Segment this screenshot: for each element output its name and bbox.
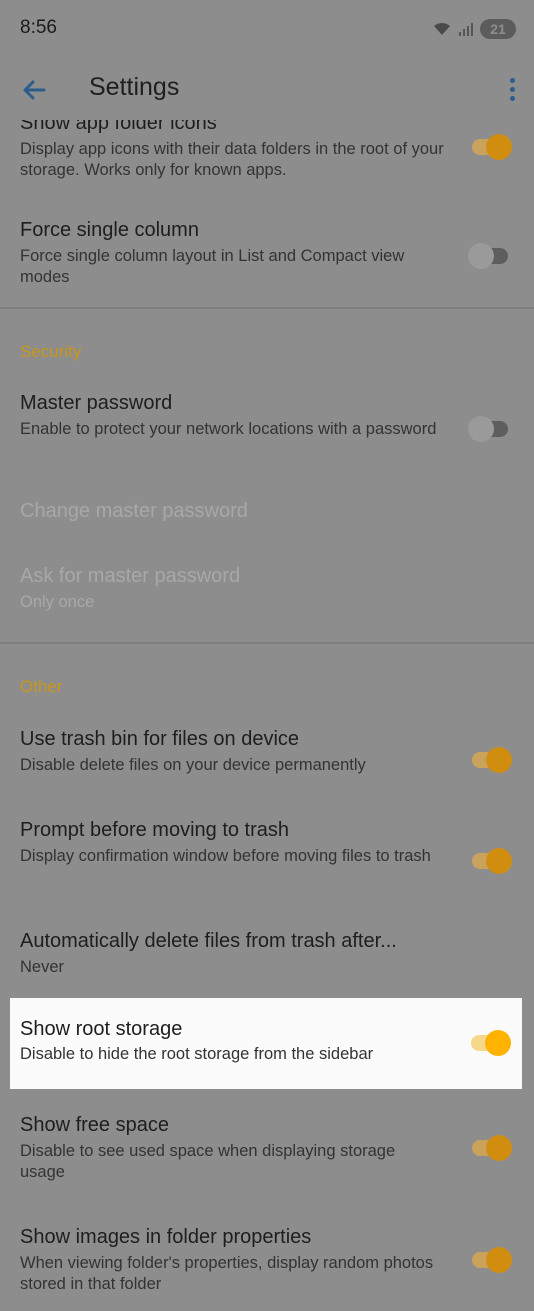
setting-auto-delete-trash[interactable]: Automatically delete files from trash af… xyxy=(0,909,534,1001)
status-time: 8:56 xyxy=(20,17,57,38)
back-button[interactable] xyxy=(14,70,54,110)
setting-show-images-folder[interactable]: Show images in folder properties When vi… xyxy=(0,1204,534,1311)
force-single-column-toggle[interactable] xyxy=(468,243,510,269)
battery-icon: 21 xyxy=(480,19,516,39)
setting-change-master-password[interactable]: Change master password xyxy=(0,488,534,554)
setting-subtitle: Enable to protect your network locations… xyxy=(20,420,437,438)
prompt-trash-toggle[interactable] xyxy=(470,848,512,874)
wifi-icon xyxy=(434,22,450,35)
signal-icon xyxy=(459,23,473,36)
toggle-thumb xyxy=(486,134,512,160)
show-app-icons-toggle[interactable] xyxy=(470,134,512,160)
setting-title: Ask for master password xyxy=(20,565,241,587)
setting-ask-master-password[interactable]: Ask for master password Only once xyxy=(0,554,534,642)
setting-show-free-space[interactable]: Show free space Disable to see used spac… xyxy=(0,1092,534,1204)
setting-subtitle: Never xyxy=(20,958,65,976)
toolbar: Settings xyxy=(0,58,534,120)
toggle-thumb xyxy=(486,1247,512,1273)
toggle-thumb xyxy=(468,416,494,442)
status-bar: 8:56 21 xyxy=(0,0,534,58)
more-dot-icon xyxy=(509,95,515,101)
setting-subtitle: When viewing folder's properties, displa… xyxy=(20,1254,434,1293)
toggle-thumb xyxy=(468,243,494,269)
toggle-thumb xyxy=(486,747,512,773)
setting-use-trash-bin[interactable]: Use trash bin for files on device Disabl… xyxy=(0,706,534,797)
toggle-thumb xyxy=(485,1030,511,1056)
setting-title: Force single column xyxy=(20,219,199,241)
setting-show-app-icons[interactable]: Show app folder icons Display app icons … xyxy=(0,120,534,195)
more-dot-icon xyxy=(509,86,515,92)
setting-subtitle: Disable to hide the root storage from th… xyxy=(20,1045,374,1063)
setting-title: Show app folder icons xyxy=(20,120,217,134)
setting-title: Automatically delete files from trash af… xyxy=(20,930,397,952)
section-header-security: Security xyxy=(20,342,82,361)
setting-title: Prompt before moving to trash xyxy=(20,819,290,841)
setting-show-root-storage[interactable]: Show root storage Disable to hide the ro… xyxy=(10,998,522,1089)
setting-subtitle: Disable delete files on your device perm… xyxy=(20,756,366,774)
setting-title: Show root storage xyxy=(20,1018,183,1040)
setting-subtitle: Display confirmation window before movin… xyxy=(20,847,431,865)
setting-title: Use trash bin for files on device xyxy=(20,728,300,750)
page-title: Settings xyxy=(89,73,180,101)
setting-force-single-column[interactable]: Force single column Force single column … xyxy=(0,195,534,307)
setting-subtitle: Display app icons with their data folder… xyxy=(20,140,444,179)
setting-title: Show free space xyxy=(20,1114,169,1136)
show-images-folder-toggle[interactable] xyxy=(470,1247,512,1273)
toggle-thumb xyxy=(486,848,512,874)
master-password-toggle[interactable] xyxy=(468,416,510,442)
section-header-other: Other xyxy=(20,677,63,696)
use-trash-bin-toggle[interactable] xyxy=(470,747,512,773)
more-dot-icon xyxy=(509,77,515,83)
setting-subtitle: Force single column layout in List and C… xyxy=(20,247,405,286)
setting-title: Master password xyxy=(20,392,173,414)
setting-prompt-trash[interactable]: Prompt before moving to trash Display co… xyxy=(0,797,534,909)
toggle-thumb xyxy=(486,1135,512,1161)
setting-master-password[interactable]: Master password Enable to protect your n… xyxy=(0,371,534,488)
status-icons: 21 xyxy=(432,18,516,40)
setting-subtitle: Disable to see used space when displayin… xyxy=(20,1142,396,1181)
more-options-button[interactable] xyxy=(504,72,520,106)
show-root-storage-toggle[interactable] xyxy=(469,1030,511,1056)
setting-title: Show images in folder properties xyxy=(20,1226,312,1248)
settings-list[interactable]: Show app folder icons Display app icons … xyxy=(0,120,534,1311)
arrow-left-icon xyxy=(23,80,46,100)
setting-title: Change master password xyxy=(20,500,248,522)
setting-subtitle: Only once xyxy=(20,593,95,611)
show-free-space-toggle[interactable] xyxy=(470,1135,512,1161)
